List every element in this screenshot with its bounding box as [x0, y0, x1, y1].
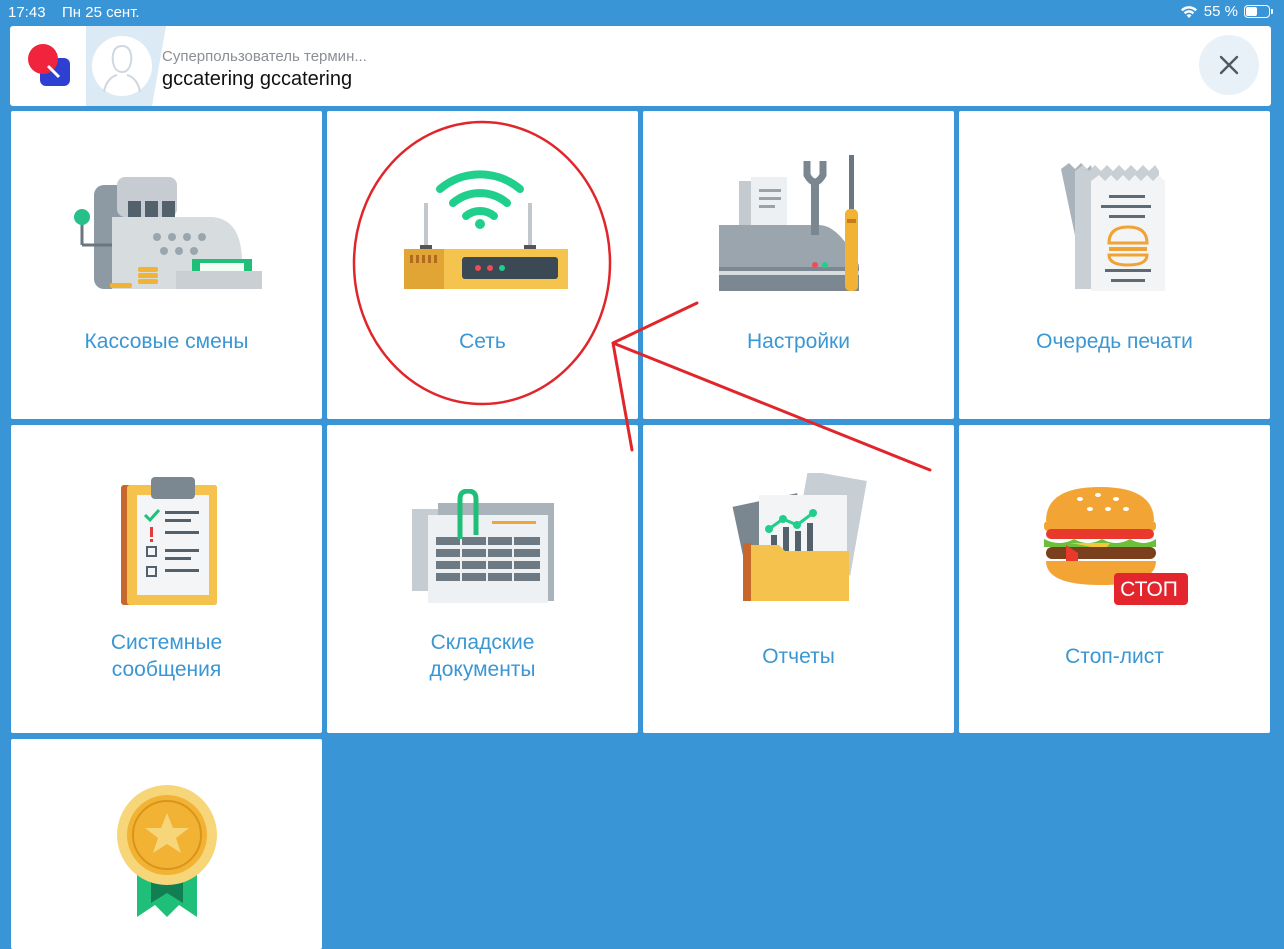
tile-network[interactable]: Сеть [327, 111, 638, 419]
battery-percent: 55 % [1203, 3, 1238, 20]
router-icon [403, 170, 568, 289]
documents-icon [411, 489, 554, 603]
tile-label: Складские документы [429, 631, 536, 681]
clipboard-icon [120, 477, 217, 605]
status-right: 55 % [1180, 3, 1273, 20]
tools-printer-icon [718, 155, 859, 291]
tile-reports[interactable]: Отчеты [643, 425, 954, 733]
tile-label: Отчеты [762, 645, 835, 668]
user-name: gccatering gccatering [162, 68, 353, 90]
status-time: 17:43 [8, 4, 46, 21]
close-icon [1219, 55, 1239, 75]
user-header: Суперпользователь термин... gccatering g… [10, 26, 1271, 106]
avatar [86, 26, 166, 106]
tile-stop-list[interactable]: СТОП Стоп-лист [959, 425, 1270, 733]
tile-label: Системные сообщения [110, 631, 223, 681]
app-logo-icon [28, 44, 70, 86]
close-button[interactable] [1199, 35, 1259, 95]
cash-register-icon [73, 177, 262, 289]
tile-label: Стоп-лист [1065, 645, 1164, 668]
tile-label: Очередь печати [1036, 330, 1193, 353]
reports-folder-icon [732, 473, 867, 601]
tile-cash-shifts[interactable]: Кассовые смены [11, 111, 322, 419]
tile-settings[interactable]: Настройки [643, 111, 954, 419]
status-date: Пн 25 сент. [62, 4, 140, 21]
tile-print-queue[interactable]: Очередь печати [959, 111, 1270, 419]
tile-label: Кассовые смены [84, 330, 249, 353]
wifi-icon [1180, 5, 1197, 18]
tile-system-messages[interactable]: Системные сообщения [11, 425, 322, 733]
status-bar: 17:43 Пн 25 сент. 55 % [0, 0, 1284, 24]
tile-label: Настройки [747, 330, 850, 353]
tile-label: Сеть [459, 330, 506, 353]
tile-warehouse-documents[interactable]: Складские документы [327, 425, 638, 733]
battery-icon [1244, 5, 1273, 18]
receipts-icon [1060, 163, 1165, 291]
medal-icon [116, 785, 217, 917]
tile-loyalty[interactable] [11, 739, 322, 949]
stop-badge: СТОП [1120, 578, 1178, 601]
user-role: Суперпользователь термин... [162, 48, 367, 65]
